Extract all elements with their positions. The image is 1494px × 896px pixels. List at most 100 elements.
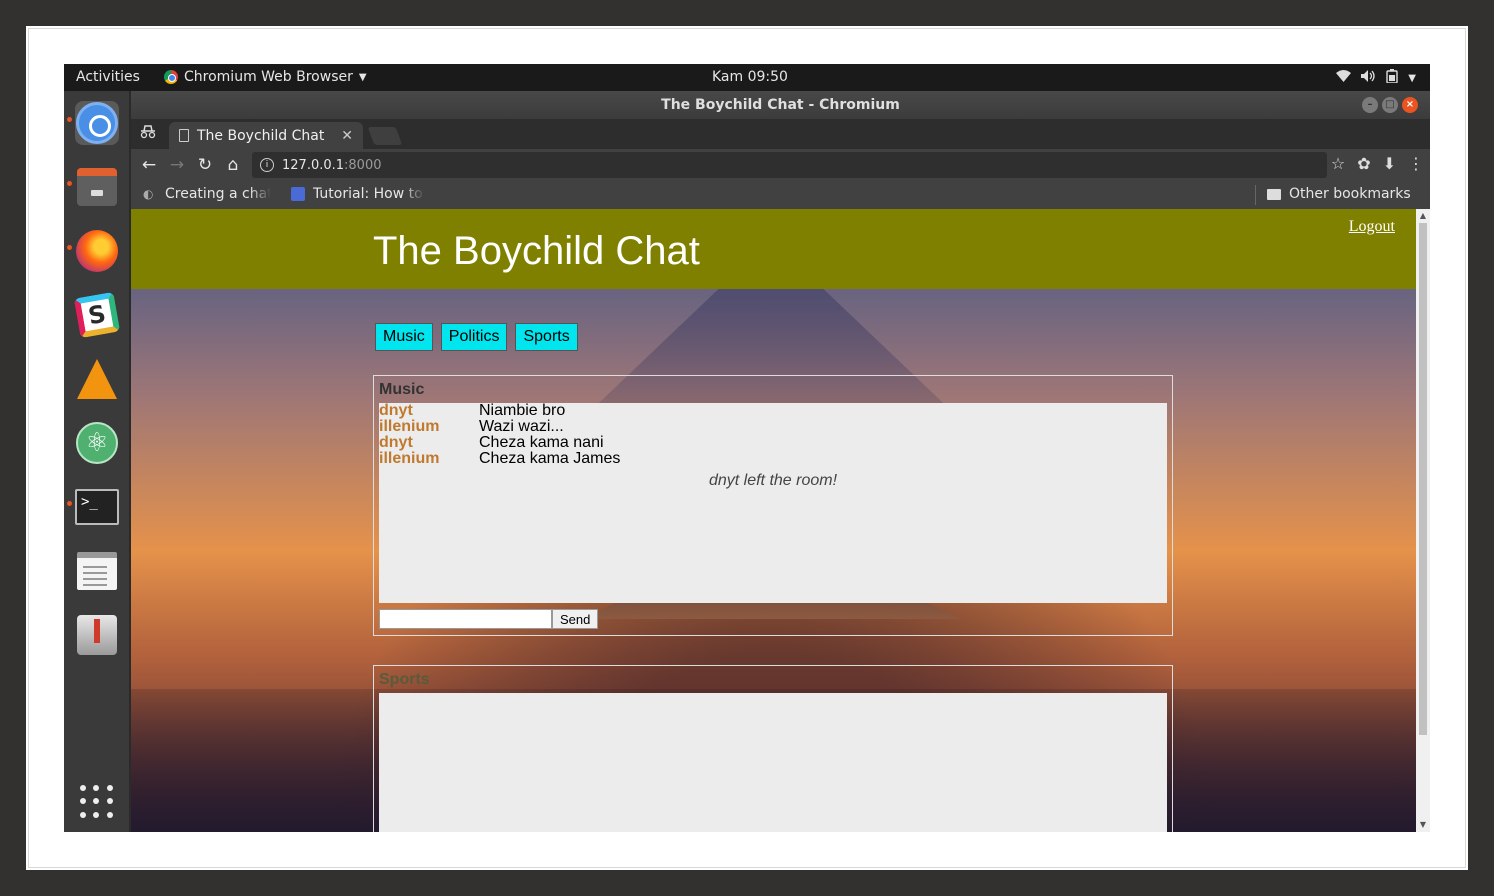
download-icon[interactable]: ⬇ xyxy=(1383,154,1396,173)
bookmark-favicon xyxy=(291,187,305,201)
message-username: dnyt xyxy=(379,434,413,451)
close-icon[interactable]: ✕ xyxy=(341,128,353,144)
app-menu-label: Chromium Web Browser xyxy=(184,69,353,85)
system-tray[interactable]: ▼ xyxy=(1336,69,1416,87)
message-username: illenium xyxy=(379,450,440,467)
forward-icon[interactable]: → xyxy=(163,155,191,175)
wifi-icon xyxy=(1336,70,1352,86)
room-name: Sports xyxy=(379,671,430,688)
dock-vlc[interactable] xyxy=(75,357,119,401)
site-header: The Boychild Chat Logout xyxy=(131,209,1416,289)
files-icon xyxy=(77,168,117,206)
show-applications-icon[interactable] xyxy=(80,785,114,819)
reload-icon[interactable]: ↻ xyxy=(191,155,219,175)
extension-icon[interactable]: ✿ xyxy=(1357,154,1370,173)
message-text: Niambie bro xyxy=(479,402,566,419)
message-username: dnyt xyxy=(379,402,413,419)
page-title: The Boychild Chat xyxy=(373,229,700,273)
desktop-screen: Activities Chromium Web Browser ▼ Kam 09… xyxy=(64,64,1430,832)
installer-icon xyxy=(77,615,117,655)
tab-the-boychild-chat[interactable]: The Boychild Chat ✕ xyxy=(169,122,363,149)
logout-link[interactable]: Logout xyxy=(1349,218,1395,236)
home-icon[interactable]: ⌂ xyxy=(219,155,247,175)
message-composer: Send xyxy=(379,609,599,629)
bookmark-item[interactable]: Tutorial: How to xyxy=(291,186,425,202)
dock-files[interactable] xyxy=(75,165,119,209)
app-menu[interactable]: Chromium Web Browser ▼ xyxy=(164,69,367,85)
firefox-icon xyxy=(76,230,118,272)
address-bar[interactable]: i 127.0.0.1:8000 xyxy=(252,152,1327,178)
room-buttons: Music Politics Sports xyxy=(375,323,578,351)
dock-text-editor[interactable] xyxy=(75,549,119,593)
message-log[interactable]: dnyt Niambie bro illenium Wazi wazi... d… xyxy=(379,403,1167,603)
dock-chromium[interactable] xyxy=(75,101,119,145)
message-username: illenium xyxy=(379,418,440,435)
clock[interactable]: Kam 09:50 xyxy=(712,69,788,85)
tab-title: The Boychild Chat xyxy=(197,127,325,144)
running-indicator xyxy=(67,501,72,506)
menu-icon[interactable]: ⋮ xyxy=(1408,154,1424,173)
dock-terminal[interactable]: >_ xyxy=(75,485,119,529)
message-row: dnyt Niambie bro xyxy=(379,403,1167,419)
back-icon[interactable]: ← xyxy=(135,155,163,175)
message-row: illenium Wazi wazi... xyxy=(379,419,1167,435)
message-text: Wazi wazi... xyxy=(479,418,564,435)
room-button-politics[interactable]: Politics xyxy=(440,323,508,351)
window-title: The Boychild Chat - Chromium xyxy=(661,97,900,113)
message-text: Cheza kama nani xyxy=(479,434,604,451)
slack-icon: S xyxy=(73,291,121,339)
url-text: 127.0.0.1:8000 xyxy=(282,157,382,173)
room-button-sports[interactable]: Sports xyxy=(515,323,578,351)
chevron-down-icon: ▼ xyxy=(1408,72,1416,84)
maximize-icon[interactable]: □ xyxy=(1382,97,1398,113)
incognito-icon xyxy=(139,125,157,143)
message-log[interactable] xyxy=(379,693,1167,832)
page-scrollbar[interactable]: ▲ ▼ xyxy=(1416,209,1430,832)
message-text: Cheza kama James xyxy=(479,450,621,467)
bookmarks-bar: ◐ Creating a chat Tutorial: How to Other… xyxy=(131,181,1430,209)
toolbar-actions: ☆ ✿ ⬇ ⋮ xyxy=(1331,154,1424,173)
system-message: dnyt left the room! xyxy=(708,472,838,489)
bookmark-star-icon[interactable]: ☆ xyxy=(1331,154,1345,173)
other-bookmarks[interactable]: Other bookmarks xyxy=(1267,186,1411,202)
page-icon xyxy=(179,129,189,142)
scroll-thumb[interactable] xyxy=(1419,223,1427,735)
room-button-music[interactable]: Music xyxy=(375,323,433,351)
window-titlebar[interactable]: The Boychild Chat - Chromium – □ × xyxy=(131,91,1430,119)
chromium-icon xyxy=(76,102,118,144)
dock-atom[interactable]: ⚛ xyxy=(75,421,119,465)
chevron-down-icon: ▼ xyxy=(358,71,367,83)
running-indicator xyxy=(67,181,72,186)
browser-toolbar: ← → ↻ ⌂ i 127.0.0.1:8000 ☆ ✿ ⬇ ⋮ xyxy=(131,149,1430,181)
message-input[interactable] xyxy=(379,609,552,629)
room-name: Music xyxy=(379,381,425,398)
window-controls: – □ × xyxy=(1362,97,1418,113)
atom-icon: ⚛ xyxy=(76,422,118,464)
chromium-app-icon xyxy=(164,70,178,84)
new-tab-button[interactable] xyxy=(367,127,403,145)
folder-icon xyxy=(1267,188,1281,200)
bookmark-item[interactable]: ◐ Creating a chat xyxy=(143,186,271,202)
dock-installer[interactable] xyxy=(75,613,119,657)
running-indicator xyxy=(67,117,72,122)
page-viewport: The Boychild Chat Logout Music Politics … xyxy=(131,209,1416,832)
message-row: dnyt Cheza kama nani xyxy=(379,435,1167,451)
scroll-down-icon[interactable]: ▼ xyxy=(1416,818,1430,832)
ubuntu-dock: S ⚛ >_ xyxy=(64,91,130,832)
running-indicator xyxy=(67,245,72,250)
scroll-up-icon[interactable]: ▲ xyxy=(1416,209,1430,223)
dock-firefox[interactable] xyxy=(75,229,119,273)
terminal-icon: >_ xyxy=(75,489,119,525)
volume-icon xyxy=(1361,70,1376,86)
message-row: illenium Cheza kama James xyxy=(379,451,1167,467)
text-editor-icon xyxy=(77,552,117,590)
dock-slack[interactable]: S xyxy=(73,291,121,339)
battery-icon xyxy=(1386,69,1398,87)
activities-button[interactable]: Activities xyxy=(76,69,140,85)
send-button[interactable]: Send xyxy=(552,609,599,629)
close-icon[interactable]: × xyxy=(1402,97,1418,113)
info-icon[interactable]: i xyxy=(260,158,274,172)
chromium-window: The Boychild Chat - Chromium – □ × The B… xyxy=(131,91,1430,832)
gnome-top-bar: Activities Chromium Web Browser ▼ Kam 09… xyxy=(64,64,1430,91)
minimize-icon[interactable]: – xyxy=(1362,97,1378,113)
